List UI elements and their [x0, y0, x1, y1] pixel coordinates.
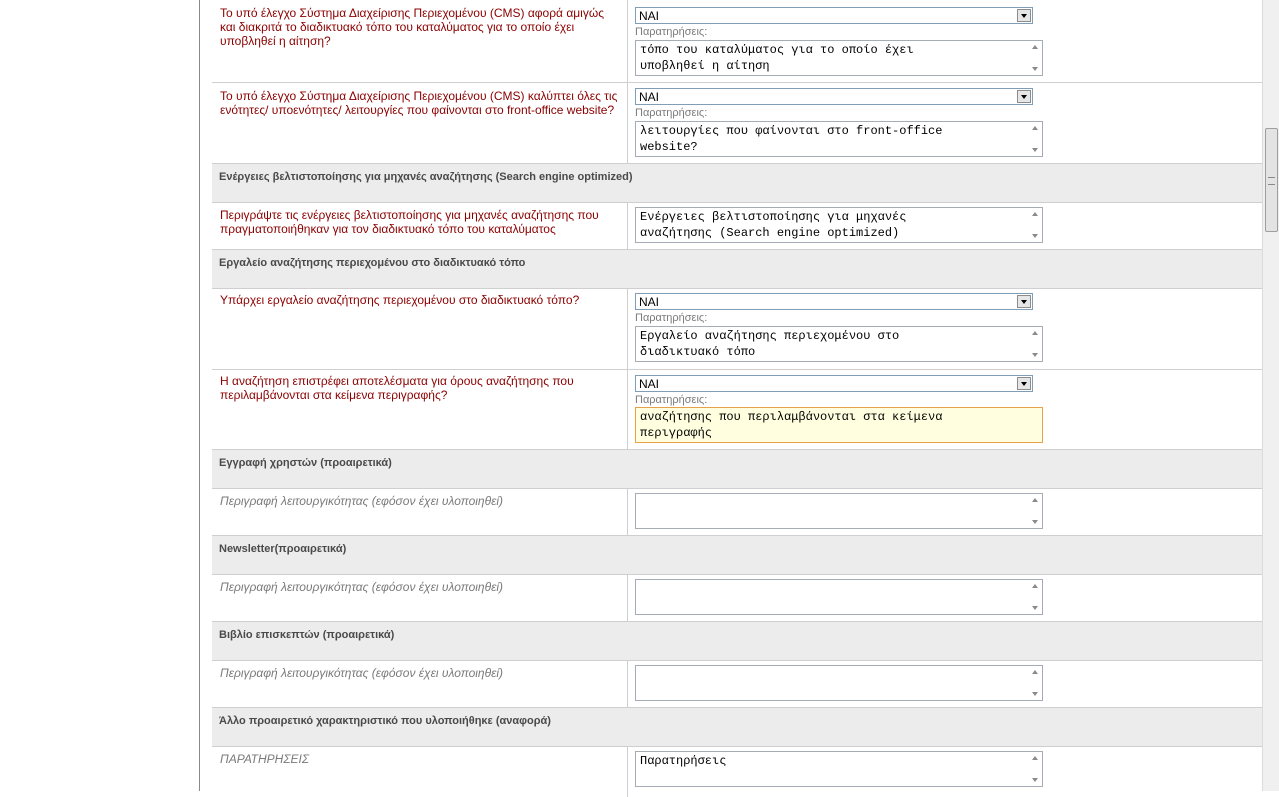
remarks-textarea[interactable]: Εργαλείο αναζήτησης περιεχομένου στο δια… — [635, 326, 1043, 362]
remarks-text: λειτουργίες που φαίνονται στο front-offi… — [640, 124, 943, 154]
section-header: Εγγραφή χρηστών (προαιρετικά) — [212, 449, 1262, 489]
scroll-up-icon[interactable] — [1032, 45, 1038, 49]
scroll-down-icon[interactable] — [1032, 692, 1038, 696]
remarks-textarea-focused[interactable]: αναζήτησης που περιλαμβάνονται στα κείμε… — [635, 407, 1043, 443]
scroll-down-icon[interactable] — [1032, 606, 1038, 610]
textarea-scrollbar[interactable] — [1028, 494, 1042, 528]
column-divider — [627, 289, 628, 369]
section-header: Ενέργειες βελτιστοποίησης για μηχανές αν… — [212, 163, 1262, 203]
question-row: Περιγραφή λειτουργικότητας (εφόσον έχει … — [212, 489, 1262, 536]
question-row: Το υπό έλεγχο Σύστημα Διαχείρισης Περιεχ… — [212, 83, 1262, 164]
select-value: ΝΑΙ — [639, 377, 660, 391]
question-label: Το υπό έλεγχο Σύστημα Διαχείρισης Περιεχ… — [220, 89, 618, 117]
remarks-textarea[interactable] — [635, 493, 1043, 529]
question-label: Υπάρχει εργαλείο αναζήτησης περιεχομένου… — [220, 293, 580, 307]
remarks-text: Παρατηρήσεις — [640, 754, 727, 768]
textarea-scrollbar[interactable] — [1028, 41, 1042, 75]
answer-select[interactable]: ΝΑΙ — [635, 7, 1033, 24]
column-divider — [627, 0, 628, 82]
scroll-down-icon[interactable] — [1032, 148, 1038, 152]
dropdown-arrow-icon[interactable] — [1017, 9, 1031, 22]
textarea-scrollbar[interactable] — [1028, 666, 1042, 700]
scroll-down-icon[interactable] — [1032, 353, 1038, 357]
section-header: Newsletter(προαιρετικά) — [212, 535, 1262, 575]
description-label: Περιγραφή λειτουργικότητας (εφόσον έχει … — [220, 494, 504, 508]
scroll-down-icon[interactable] — [1032, 778, 1038, 782]
column-divider — [627, 575, 628, 621]
dropdown-arrow-icon[interactable] — [1017, 377, 1031, 390]
question-row: Η αναζήτηση επιστρέφει αποτελέσματα για … — [212, 369, 1262, 450]
answer-select[interactable]: ΝΑΙ — [635, 293, 1033, 310]
section-title: Εγγραφή χρηστών (προαιρετικά) — [219, 457, 392, 469]
textarea-scrollbar[interactable] — [1028, 752, 1042, 786]
question-row: Περιγράψτε τις ενέργειες βελτιστοποίησης… — [212, 203, 1262, 250]
question-row: Το υπό έλεγχο Σύστημα Διαχείρισης Περιεχ… — [212, 0, 1262, 83]
remarks-textarea[interactable]: Παρατηρήσεις — [635, 751, 1043, 787]
description-label: Περιγραφή λειτουργικότητας (εφόσον έχει … — [220, 580, 504, 594]
scroll-up-icon[interactable] — [1032, 498, 1038, 502]
scroll-up-icon[interactable] — [1032, 212, 1038, 216]
grip-icon — [1268, 177, 1275, 185]
scrollbar-thumb[interactable] — [1265, 128, 1278, 232]
remarks-textarea[interactable]: λειτουργίες που φαίνονται στο front-offi… — [635, 121, 1043, 157]
dropdown-arrow-icon[interactable] — [1017, 90, 1031, 103]
question-label: Το υπό έλεγχο Σύστημα Διαχείρισης Περιεχ… — [220, 6, 604, 48]
remarks-text: αναζήτησης που περιλαμβάνονται στα κείμε… — [640, 410, 943, 440]
description-label: ΠΑΡΑΤΗΡΗΣΕΙΣ — [220, 752, 310, 766]
remarks-label: Παρατηρήσεις: — [635, 26, 708, 38]
scroll-down-icon[interactable] — [1032, 234, 1038, 238]
remarks-textarea[interactable]: Ενέργειες βελτιστοποίησης για μηχανές αν… — [635, 207, 1043, 243]
question-row: Περιγραφή λειτουργικότητας (εφόσον έχει … — [212, 575, 1262, 622]
remarks-text: τόπο του καταλύματος για το οποίο έχει υ… — [640, 43, 914, 73]
scroll-down-icon[interactable] — [1032, 67, 1038, 71]
dropdown-arrow-icon[interactable] — [1017, 295, 1031, 308]
remarks-textarea[interactable] — [635, 665, 1043, 701]
scroll-up-icon[interactable] — [1032, 331, 1038, 335]
column-divider — [627, 747, 628, 797]
remarks-text: Εργαλείο αναζήτησης περιεχομένου στο δια… — [640, 329, 900, 359]
column-divider — [627, 489, 628, 535]
section-header: Άλλο προαιρετικό χαρακτηριστικό που υλοπ… — [212, 707, 1262, 747]
section-header: Βιβλίο επισκεπτών (προαιρετικά) — [212, 621, 1262, 661]
column-divider — [627, 369, 628, 449]
scroll-down-icon[interactable] — [1032, 520, 1038, 524]
scroll-up-icon[interactable] — [1032, 756, 1038, 760]
page-left-border — [199, 0, 200, 791]
remarks-textarea[interactable] — [635, 579, 1043, 615]
textarea-scrollbar[interactable] — [1028, 327, 1042, 361]
remarks-textarea[interactable]: τόπο του καταλύματος για το οποίο έχει υ… — [635, 40, 1043, 76]
section-title: Εργαλείο αναζήτησης περιεχομένου στο δια… — [219, 257, 526, 269]
column-divider — [627, 83, 628, 163]
scroll-up-icon[interactable] — [1032, 670, 1038, 674]
question-label: Η αναζήτηση επιστρέφει αποτελέσματα για … — [220, 374, 574, 402]
section-header: Εργαλείο αναζήτησης περιεχομένου στο δια… — [212, 249, 1262, 289]
textarea-scrollbar[interactable] — [1028, 122, 1042, 156]
remarks-label: Παρατηρήσεις: — [635, 107, 708, 119]
section-title: Βιβλίο επισκεπτών (προαιρετικά) — [219, 629, 395, 641]
textarea-scrollbar[interactable] — [1028, 580, 1042, 614]
description-label: Περιγραφή λειτουργικότητας (εφόσον έχει … — [220, 666, 504, 680]
column-divider — [627, 661, 628, 707]
select-value: ΝΑΙ — [639, 90, 660, 104]
remarks-label: Παρατηρήσεις: — [635, 312, 708, 324]
remarks-label: Παρατηρήσεις: — [635, 394, 708, 406]
answer-select[interactable]: ΝΑΙ — [635, 375, 1033, 392]
scroll-up-icon[interactable] — [1032, 584, 1038, 588]
question-row: Υπάρχει εργαλείο αναζήτησης περιεχομένου… — [212, 289, 1262, 370]
remarks-text: Ενέργειες βελτιστοποίησης για μηχανές αν… — [640, 210, 907, 240]
column-divider — [627, 203, 628, 249]
select-value: ΝΑΙ — [639, 295, 660, 309]
answer-select[interactable]: ΝΑΙ — [635, 88, 1033, 105]
question-row: ΠΑΡΑΤΗΡΗΣΕΙΣ Παρατηρήσεις — [212, 747, 1262, 797]
select-value: ΝΑΙ — [639, 9, 660, 23]
question-row: Περιγραφή λειτουργικότητας (εφόσον έχει … — [212, 661, 1262, 708]
section-title: Newsletter(προαιρετικά) — [219, 543, 347, 555]
page-scrollbar[interactable] — [1262, 0, 1279, 791]
section-title: Ενέργειες βελτιστοποίησης για μηχανές αν… — [219, 171, 633, 183]
section-title: Άλλο προαιρετικό χαρακτηριστικό που υλοπ… — [219, 715, 551, 727]
scroll-up-icon[interactable] — [1032, 126, 1038, 130]
question-label: Περιγράψτε τις ενέργειες βελτιστοποίησης… — [220, 208, 599, 236]
textarea-scrollbar[interactable] — [1028, 208, 1042, 242]
